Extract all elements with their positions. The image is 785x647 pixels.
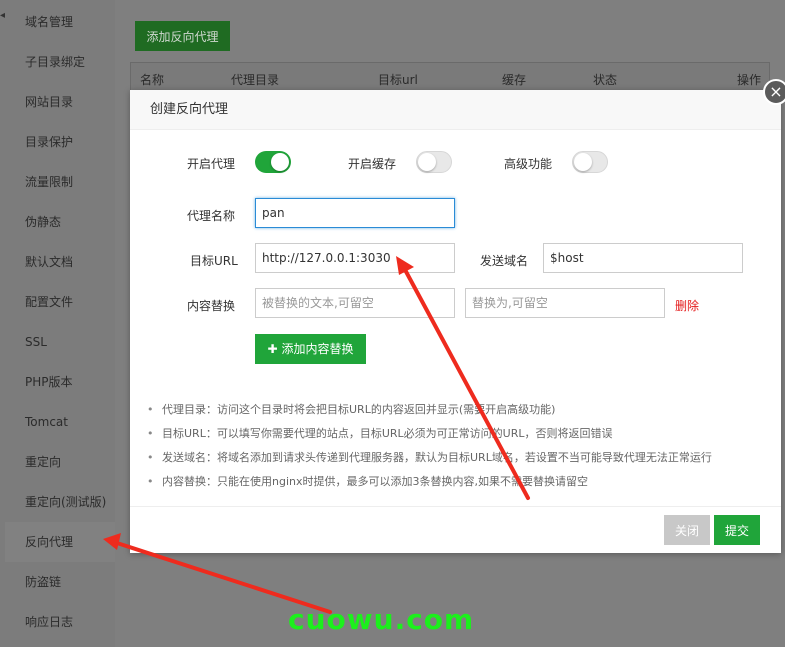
bullet-icon: • bbox=[147, 475, 154, 488]
enable-cache-toggle[interactable] bbox=[416, 151, 452, 173]
close-icon[interactable]: × bbox=[763, 79, 785, 105]
close-button[interactable]: 关闭 bbox=[664, 515, 710, 545]
enable-proxy-label: 开启代理 bbox=[187, 157, 236, 171]
note-text: 代理目录：访问这个目录时将会把目标URL的内容返回并显示(需要开启高级功能) bbox=[162, 403, 556, 416]
note-text: 目标URL：可以填写你需要代理的站点，目标URL必须为可正常访问的URL，否则将… bbox=[162, 427, 613, 440]
send-domain-label: 发送域名 bbox=[480, 254, 529, 268]
col-target-url: 目标url bbox=[378, 73, 418, 87]
plus-icon: ✚ bbox=[267, 342, 278, 356]
sidebar-item-traffic-limit[interactable]: 流量限制 bbox=[5, 162, 115, 202]
replace-to-input[interactable] bbox=[465, 288, 665, 318]
note-text: 发送域名：将域名添加到请求头传递到代理服务器，默认为目标URL域名，若设置不当可… bbox=[162, 451, 712, 464]
col-status: 状态 bbox=[593, 73, 618, 87]
bullet-icon: • bbox=[147, 451, 154, 464]
add-content-label: 添加内容替换 bbox=[281, 342, 354, 356]
note-text: 内容替换：只能在使用nginx时提供，最多可以添加3条替换内容,如果不需要替换请… bbox=[162, 475, 588, 488]
replace-from-input[interactable] bbox=[255, 288, 455, 318]
sidebar-item-php[interactable]: PHP版本 bbox=[5, 362, 115, 402]
sidebar-item-redirect-beta[interactable]: 重定向(测试版) bbox=[5, 482, 115, 522]
col-proxy-dir: 代理目录 bbox=[231, 73, 280, 87]
sidebar-item-rewrite[interactable]: 伪静态 bbox=[5, 202, 115, 242]
toggle-knob bbox=[271, 153, 289, 171]
advanced-toggle[interactable] bbox=[572, 151, 608, 173]
enable-cache-label: 开启缓存 bbox=[348, 157, 397, 171]
content-replace-label: 内容替换 bbox=[187, 299, 236, 313]
col-name: 名称 bbox=[140, 73, 165, 87]
proxy-table-header: 名称 代理目录 目标url 缓存 状态 操作 bbox=[130, 62, 770, 92]
bullet-icon: • bbox=[147, 427, 154, 440]
sidebar-item-config[interactable]: 配置文件 bbox=[5, 282, 115, 322]
toggle-knob bbox=[418, 153, 436, 171]
col-cache: 缓存 bbox=[502, 73, 527, 87]
watermark: cuowu.com bbox=[288, 603, 475, 636]
add-content-replace-button[interactable]: ✚ 添加内容替换 bbox=[255, 334, 366, 364]
note-item: • 内容替换：只能在使用nginx时提供，最多可以添加3条替换内容,如果不需要替换… bbox=[147, 470, 772, 494]
sidebar-item-subdir[interactable]: 子目录绑定 bbox=[5, 42, 115, 82]
submit-button[interactable]: 提交 bbox=[714, 515, 760, 545]
enable-proxy-toggle[interactable] bbox=[255, 151, 291, 173]
sidebar-item-domain[interactable]: 域名管理 bbox=[5, 2, 115, 42]
add-proxy-button[interactable]: 添加反向代理 bbox=[135, 21, 230, 51]
send-domain-input[interactable] bbox=[543, 243, 743, 273]
note-item: • 发送域名：将域名添加到请求头传递到代理服务器，默认为目标URL域名，若设置不当… bbox=[147, 446, 772, 470]
sidebar: ◂ 域名管理 子目录绑定 网站目录 目录保护 流量限制 伪静态 默认文档 配置文… bbox=[0, 0, 115, 647]
sidebar-item-tomcat[interactable]: Tomcat bbox=[5, 402, 115, 442]
help-notes: • 代理目录：访问这个目录时将会把目标URL的内容返回并显示(需要开启高级功能) … bbox=[147, 398, 772, 494]
sidebar-item-hotlink[interactable]: 防盗链 bbox=[5, 562, 115, 602]
sidebar-item-dir-protect[interactable]: 目录保护 bbox=[5, 122, 115, 162]
sidebar-item-ssl[interactable]: SSL bbox=[5, 322, 115, 362]
proxy-name-input[interactable] bbox=[255, 198, 455, 228]
target-url-input[interactable] bbox=[255, 243, 455, 273]
note-item: • 目标URL：可以填写你需要代理的站点，目标URL必须为可正常访问的URL，否则… bbox=[147, 422, 772, 446]
proxy-name-label: 代理名称 bbox=[187, 209, 236, 223]
note-item: • 代理目录：访问这个目录时将会把目标URL的内容返回并显示(需要开启高级功能) bbox=[147, 398, 772, 422]
delete-replace-link[interactable]: 删除 bbox=[675, 297, 699, 314]
dialog-title: 创建反向代理 bbox=[130, 90, 781, 130]
sidebar-item-site-dir[interactable]: 网站目录 bbox=[5, 82, 115, 122]
sidebar-item-reverse-proxy[interactable]: 反向代理 bbox=[5, 522, 115, 562]
target-url-label: 目标URL bbox=[190, 254, 238, 268]
sidebar-item-response-log[interactable]: 响应日志 bbox=[5, 602, 115, 642]
sidebar-item-redirect[interactable]: 重定向 bbox=[5, 442, 115, 482]
toggle-knob bbox=[574, 153, 592, 171]
sidebar-item-default-doc[interactable]: 默认文档 bbox=[5, 242, 115, 282]
bullet-icon: • bbox=[147, 403, 154, 416]
col-actions: 操作 bbox=[737, 73, 762, 87]
advanced-label: 高级功能 bbox=[504, 157, 553, 171]
